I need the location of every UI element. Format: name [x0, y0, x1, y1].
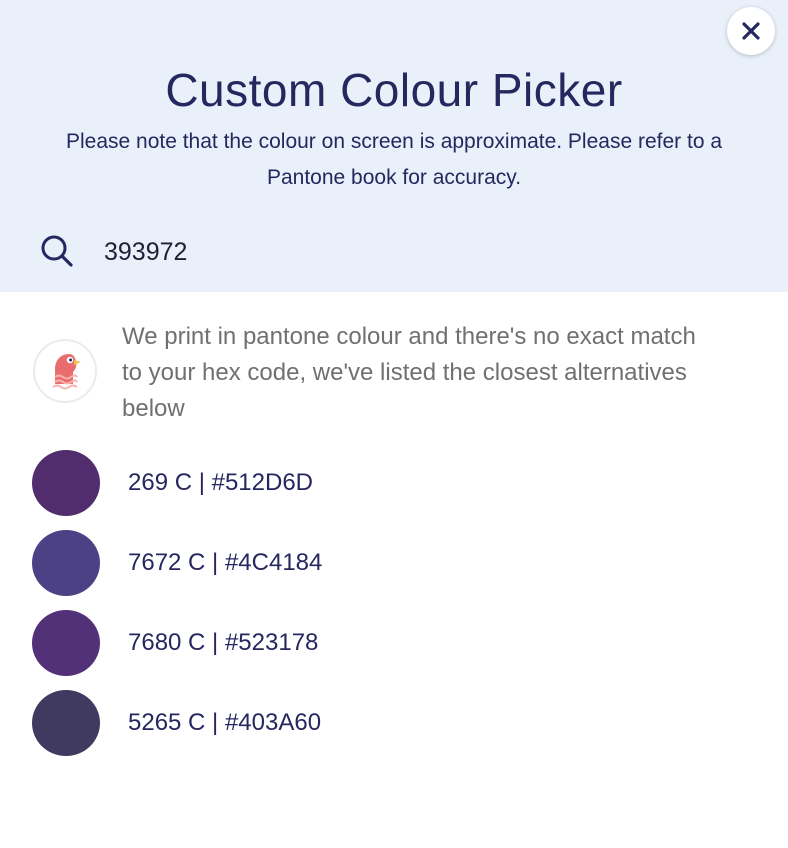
accuracy-note: Please note that the colour on screen is…	[65, 130, 723, 189]
page-title: Custom Colour Picker	[165, 64, 623, 116]
close-button[interactable]	[727, 7, 775, 55]
close-icon	[742, 22, 760, 40]
swatch-label: 5265 C | #403A60	[128, 709, 322, 736]
swatch-option[interactable]: 7680 C | #523178	[32, 610, 732, 676]
swatch-label: 7680 C | #523178	[128, 629, 319, 656]
swatch-option[interactable]: 269 C | #512D6D	[32, 450, 732, 516]
no-match-message: We print in pantone colour and there's n…	[122, 323, 696, 422]
parrot-mascot-icon	[52, 354, 81, 390]
colour-swatch	[32, 610, 100, 676]
swatch-option[interactable]: 7672 C | #4C4184	[32, 530, 732, 596]
search-icon	[41, 235, 73, 267]
swatch-label: 269 C | #512D6D	[128, 469, 314, 496]
swatch-list: 269 C | #512D6D 7672 C | #4C4184 7680 C …	[32, 450, 732, 770]
swatch-label: 7672 C | #4C4184	[128, 549, 323, 576]
swatch-option[interactable]: 5265 C | #403A60	[32, 690, 732, 756]
search-input[interactable]	[92, 230, 756, 274]
colour-swatch	[32, 530, 100, 596]
avatar	[33, 339, 97, 403]
picker-header: Custom Colour Picker Please note that th…	[0, 0, 788, 292]
colour-swatch	[32, 450, 100, 516]
colour-swatch	[32, 690, 100, 756]
